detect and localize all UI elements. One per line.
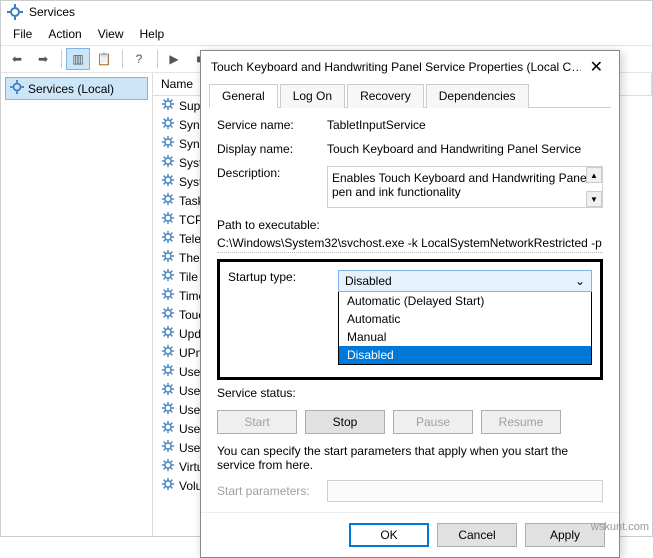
gear-icon: [161, 173, 175, 190]
back-button[interactable]: ⬅: [5, 48, 29, 70]
gear-icon: [161, 420, 175, 437]
forward-button[interactable]: ➡: [31, 48, 55, 70]
gear-icon: [161, 268, 175, 285]
gear-icon: [161, 287, 175, 304]
gear-icon: [161, 344, 175, 361]
startup-type-combo[interactable]: Disabled ⌄: [338, 270, 592, 292]
startup-highlight: Startup type: Disabled ⌄ Automatic (Dela…: [217, 259, 603, 380]
startup-option[interactable]: Disabled: [339, 346, 591, 364]
label-path: Path to executable:: [217, 218, 603, 232]
note-text: You can specify the start parameters tha…: [217, 444, 603, 472]
close-button[interactable]: ✕: [584, 57, 609, 77]
service-properties-dialog: Touch Keyboard and Handwriting Panel Ser…: [200, 50, 620, 558]
scroll-up-button[interactable]: ▲: [586, 167, 602, 183]
titlebar: Services: [1, 1, 652, 23]
value-path: C:\Windows\System32\svchost.exe -k Local…: [217, 234, 603, 253]
label-startup-type: Startup type:: [228, 270, 338, 284]
gear-icon: [161, 439, 175, 456]
value-description: Enables Touch Keyboard and Handwriting P…: [332, 171, 589, 199]
help-button[interactable]: ?: [127, 48, 151, 70]
gear-icon: [161, 363, 175, 380]
menu-file[interactable]: File: [5, 25, 40, 43]
gear-icon: [161, 230, 175, 247]
window-title: Services: [29, 5, 75, 19]
watermark: wskunt.com: [591, 521, 649, 533]
services-icon: [7, 4, 23, 20]
description-box: Enables Touch Keyboard and Handwriting P…: [327, 166, 603, 208]
startup-type-dropdown[interactable]: Automatic (Delayed Start)AutomaticManual…: [338, 292, 592, 365]
value-display-name: Touch Keyboard and Handwriting Panel Ser…: [327, 142, 603, 156]
tab-recovery[interactable]: Recovery: [347, 84, 424, 108]
gear-icon: [161, 211, 175, 228]
show-hide-tree-button[interactable]: ▥: [66, 48, 90, 70]
menu-action[interactable]: Action: [40, 25, 89, 43]
gear-icon: [161, 477, 175, 494]
gear-icon: [161, 116, 175, 133]
label-description: Description:: [217, 166, 327, 180]
label-start-params: Start parameters:: [217, 484, 327, 498]
cancel-button[interactable]: Cancel: [437, 523, 517, 547]
export-list-button[interactable]: 📋: [92, 48, 116, 70]
startup-type-selected: Disabled: [345, 274, 392, 288]
start-button: Start: [217, 410, 297, 434]
stop-button[interactable]: Stop: [305, 410, 385, 434]
gear-icon: [161, 458, 175, 475]
menubar: File Action View Help: [1, 23, 652, 45]
gear-icon: [161, 192, 175, 209]
tree-node-label: Services (Local): [28, 82, 114, 96]
dialog-title: Touch Keyboard and Handwriting Panel Ser…: [211, 60, 581, 74]
services-icon: [10, 80, 24, 97]
start-service-button[interactable]: ▶: [162, 48, 186, 70]
pause-button: Pause: [393, 410, 473, 434]
gear-icon: [161, 325, 175, 342]
label-service-status: Service status:: [217, 386, 327, 400]
gear-icon: [161, 97, 175, 114]
startup-option[interactable]: Automatic (Delayed Start): [339, 292, 591, 310]
chevron-down-icon: ⌄: [575, 274, 585, 288]
gear-icon: [161, 306, 175, 323]
gear-icon: [161, 401, 175, 418]
gear-icon: [161, 135, 175, 152]
label-display-name: Display name:: [217, 142, 327, 156]
scroll-down-button[interactable]: ▼: [586, 191, 602, 207]
start-params-input: [327, 480, 603, 502]
tab-logon[interactable]: Log On: [280, 84, 345, 108]
value-service-name: TabletInputService: [327, 118, 603, 132]
ok-button[interactable]: OK: [349, 523, 429, 547]
tree-node-services-local[interactable]: Services (Local): [5, 77, 148, 100]
gear-icon: [161, 249, 175, 266]
startup-option[interactable]: Automatic: [339, 310, 591, 328]
resume-button: Resume: [481, 410, 561, 434]
gear-icon: [161, 382, 175, 399]
menu-view[interactable]: View: [90, 25, 132, 43]
tree-pane: Services (Local): [1, 73, 153, 536]
tab-dependencies[interactable]: Dependencies: [426, 84, 529, 108]
label-service-name: Service name:: [217, 118, 327, 132]
gear-icon: [161, 154, 175, 171]
menu-help[interactable]: Help: [132, 25, 173, 43]
startup-option[interactable]: Manual: [339, 328, 591, 346]
tab-general[interactable]: General: [209, 84, 278, 108]
